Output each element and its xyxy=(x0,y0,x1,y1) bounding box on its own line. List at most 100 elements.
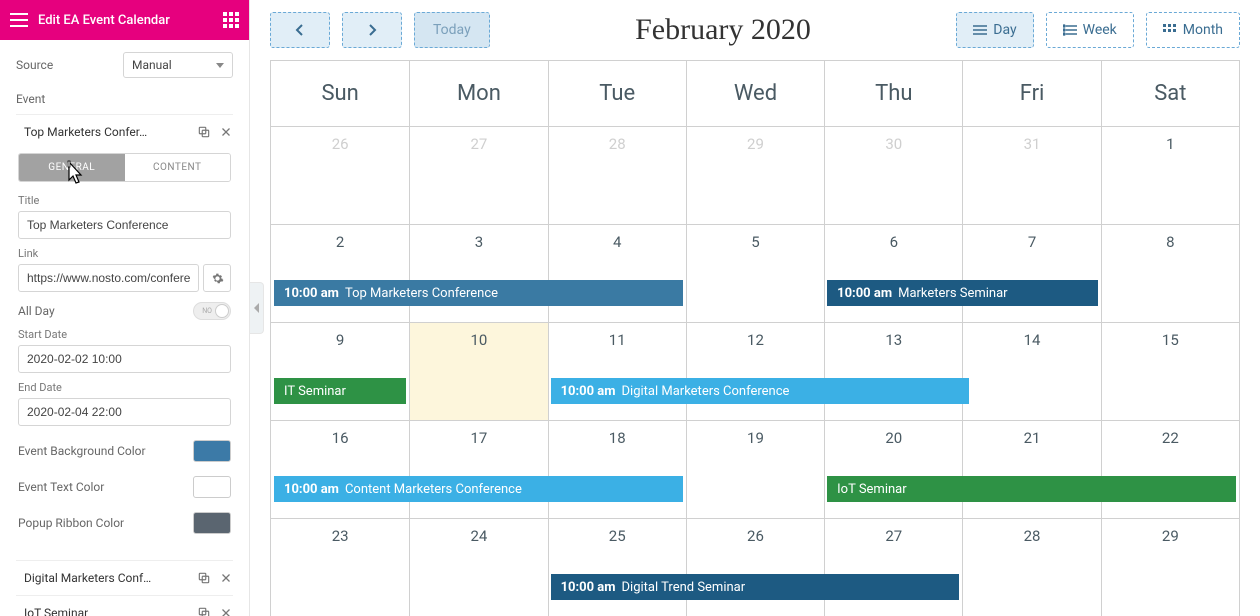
event-item[interactable]: Digital Marketers Conf… xyxy=(16,560,233,595)
event-item[interactable]: Top Marketers Confer… xyxy=(16,114,233,149)
calendar-day-cell[interactable]: 23 xyxy=(271,519,409,616)
prev-button[interactable] xyxy=(270,12,330,48)
calendar-day-cell[interactable]: 6 xyxy=(824,225,962,323)
allday-toggle[interactable]: NO xyxy=(193,302,231,320)
tab-content[interactable]: CONTENT xyxy=(125,154,231,181)
calendar-event[interactable]: IT Seminar xyxy=(274,378,406,404)
event-title: IT Seminar xyxy=(284,384,346,399)
calendar-day-cell[interactable]: 16 xyxy=(271,421,409,519)
calendar-day-cell[interactable]: 21 xyxy=(962,421,1100,519)
calendar-day-cell[interactable]: 4 xyxy=(548,225,686,323)
event-item-title: IoT Seminar xyxy=(16,606,189,616)
calendar-event[interactable]: 10:00 amTop Marketers Conference xyxy=(274,280,683,306)
event-item-title: Top Marketers Confer… xyxy=(16,125,189,139)
calendar-day-cell[interactable]: 12 xyxy=(686,323,824,421)
enddate-label: End Date xyxy=(18,381,231,394)
chevron-down-icon xyxy=(216,63,224,68)
calendar-day-cell[interactable]: 9 xyxy=(271,323,409,421)
event-time: 10:00 am xyxy=(561,580,616,595)
event-title: Marketers Seminar xyxy=(898,286,1008,301)
calendar-day-cell[interactable]: 18 xyxy=(548,421,686,519)
calendar-day-cell[interactable]: 5 xyxy=(686,225,824,323)
calendar-day-cell[interactable]: 10 xyxy=(409,323,547,421)
calendar-day-cell[interactable]: 11 xyxy=(548,323,686,421)
calendar-day-cell[interactable]: 7 xyxy=(962,225,1100,323)
calendar-day-cell[interactable]: 19 xyxy=(686,421,824,519)
textcolor-swatch[interactable] xyxy=(193,476,231,498)
startdate-input[interactable] xyxy=(18,345,231,373)
menu-icon[interactable] xyxy=(10,13,28,27)
copy-icon[interactable] xyxy=(197,571,211,585)
close-icon[interactable] xyxy=(219,125,233,139)
calendar-day-cell[interactable]: 25 xyxy=(548,519,686,616)
bgcolor-swatch[interactable] xyxy=(193,440,231,462)
calendar-event[interactable]: IoT Seminar xyxy=(827,476,1236,502)
calendar-day-cell[interactable]: 29 xyxy=(1101,519,1239,616)
day-header: Thu xyxy=(824,61,962,127)
calendar-day-cell[interactable]: 3 xyxy=(409,225,547,323)
calendar-day-cell[interactable]: 17 xyxy=(409,421,547,519)
view-day-button[interactable]: Day xyxy=(956,12,1033,48)
calendar-day-cell[interactable]: 2 xyxy=(271,225,409,323)
calendar-event[interactable]: 10:00 amDigital Marketers Conference xyxy=(551,378,970,404)
link-settings-button[interactable] xyxy=(203,264,231,292)
calendar-day-cell[interactable]: 31 xyxy=(962,127,1100,225)
calendar-event[interactable]: 10:00 am Digital Trend Seminar xyxy=(551,574,960,600)
calendar-event[interactable]: 10:00 amContent Marketers Conference xyxy=(274,476,683,502)
ribboncolor-swatch[interactable] xyxy=(193,512,231,534)
calendar-grid: SunMonTueWedThuFriSat 262728293031123456… xyxy=(270,60,1240,616)
calendar-day-cell[interactable]: 15 xyxy=(1101,323,1239,421)
view-month-button[interactable]: Month xyxy=(1146,12,1240,48)
calendar-week: 23242526272829 10:00 am Digital Trend Semi… xyxy=(271,519,1239,616)
calendar-day-cell[interactable]: 24 xyxy=(409,519,547,616)
event-editor-panel: GENERAL CONTENT Title Link All Day NO St… xyxy=(16,153,233,540)
event-item-title: Digital Marketers Conf… xyxy=(16,571,189,585)
calendar-day-cell[interactable]: 14 xyxy=(962,323,1100,421)
calendar-day-cell[interactable]: 22 xyxy=(1101,421,1239,519)
calendar-week: 9101112131415 IT Seminar 10:00 amDigital M… xyxy=(271,323,1239,421)
event-title: IoT Seminar xyxy=(837,482,907,497)
source-row: Source Manual xyxy=(16,52,233,78)
startdate-label: Start Date xyxy=(18,328,231,341)
calendar-day-cell[interactable]: 29 xyxy=(686,127,824,225)
sidebar-collapse-handle[interactable] xyxy=(250,282,264,334)
title-input[interactable] xyxy=(18,211,231,239)
enddate-input[interactable] xyxy=(18,398,231,426)
close-icon[interactable] xyxy=(219,571,233,585)
calendar-event[interactable]: 10:00 am Marketers Seminar xyxy=(827,280,1098,306)
calendar-day-cell[interactable]: 20 xyxy=(824,421,962,519)
event-time: 10:00 am xyxy=(284,482,339,497)
today-button[interactable]: Today xyxy=(414,12,490,48)
copy-icon[interactable] xyxy=(197,606,211,616)
close-icon[interactable] xyxy=(219,606,233,616)
day-header: Sat xyxy=(1101,61,1239,127)
calendar-day-cell[interactable]: 28 xyxy=(962,519,1100,616)
event-title: Digital Trend Seminar xyxy=(622,580,746,595)
source-select[interactable]: Manual xyxy=(123,52,233,78)
day-header: Fri xyxy=(962,61,1100,127)
calendar-day-cell[interactable]: 1 xyxy=(1101,127,1239,225)
tab-general[interactable]: GENERAL xyxy=(19,154,125,181)
calendar-day-cell[interactable]: 28 xyxy=(548,127,686,225)
calendar-week: 16171819202122 10:00 amContent Marketers … xyxy=(271,421,1239,519)
sidebar-title: Edit EA Event Calendar xyxy=(38,13,170,28)
event-title: Top Marketers Conference xyxy=(345,286,498,301)
calendar-day-cell[interactable]: 27 xyxy=(824,519,962,616)
copy-icon[interactable] xyxy=(197,125,211,139)
ribboncolor-label: Popup Ribbon Color xyxy=(18,516,124,530)
link-input[interactable] xyxy=(18,264,199,292)
calendar-day-cell[interactable]: 13 xyxy=(824,323,962,421)
calendar-day-cell[interactable]: 27 xyxy=(409,127,547,225)
source-label: Source xyxy=(16,58,53,72)
calendar-day-cell[interactable]: 26 xyxy=(271,127,409,225)
calendar-day-cell[interactable]: 30 xyxy=(824,127,962,225)
event-item[interactable]: IoT Seminar xyxy=(16,595,233,616)
event-time: 10:00 am xyxy=(837,286,892,301)
next-button[interactable] xyxy=(342,12,402,48)
calendar-day-cell[interactable]: 8 xyxy=(1101,225,1239,323)
apps-grid-icon[interactable] xyxy=(223,12,239,28)
calendar-day-cell[interactable]: 26 xyxy=(686,519,824,616)
calendar-week: 2627282930311 xyxy=(271,127,1239,225)
event-section-label: Event xyxy=(16,92,233,106)
view-week-button[interactable]: Week xyxy=(1046,12,1134,48)
